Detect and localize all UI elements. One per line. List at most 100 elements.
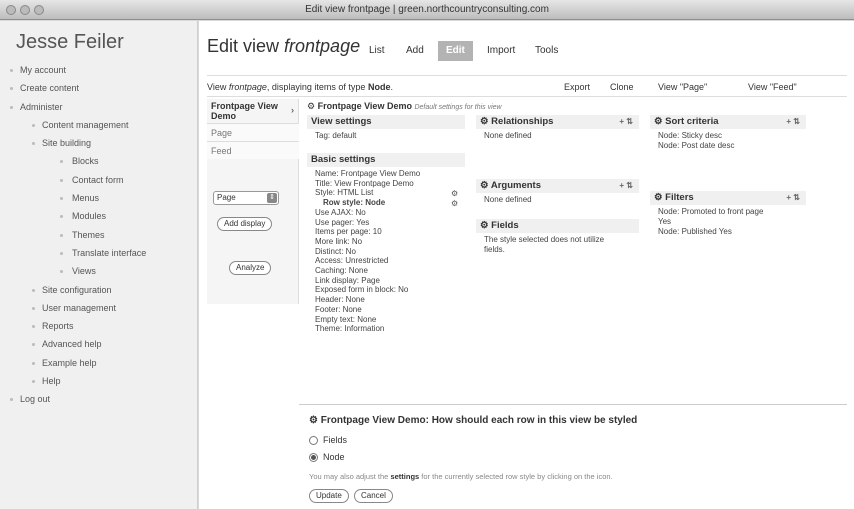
add-rearrange-icon[interactable]: + ⇅ — [619, 179, 633, 193]
filters-gear-icon[interactable]: ⚙ — [654, 192, 663, 203]
basic-setting-line[interactable]: Style: HTML List — [315, 188, 373, 198]
sidebar-item-user-management[interactable]: User management — [0, 299, 198, 317]
basic-setting-line[interactable]: Empty text: None — [315, 315, 376, 325]
view-settings-line[interactable]: Tag: default — [315, 131, 356, 141]
sidebar-item-translate-interface[interactable]: Translate interface — [0, 244, 198, 262]
add-rearrange-icon[interactable]: + ⇅ — [619, 115, 633, 129]
fields-gear-icon[interactable]: ⚙ — [480, 220, 489, 231]
display-feed-tab[interactable]: Feed — [207, 141, 299, 159]
sidebar-item-label: Administer — [20, 101, 63, 112]
sidebar-item-label: Contact form — [72, 174, 124, 185]
displays-column: Frontpage View Demo › Page Feed Page ⇕ A… — [207, 99, 299, 304]
sidebar-item-create-content[interactable]: Create content — [0, 79, 198, 97]
tab-add[interactable]: Add — [406, 41, 424, 61]
tab-edit[interactable]: Edit — [438, 41, 473, 61]
bullet-icon — [60, 160, 63, 164]
sidebar-item-reports[interactable]: Reports — [0, 317, 198, 335]
basic-setting-line[interactable]: More link: No — [315, 237, 362, 247]
sidebar-item-example-help[interactable]: Example help — [0, 354, 198, 372]
add-display-button[interactable]: Add display — [217, 217, 273, 231]
add-rearrange-icon[interactable]: + ⇅ — [786, 115, 800, 129]
sort-criteria-line[interactable]: Node: Sticky desc — [658, 131, 722, 141]
arguments-title: Arguments — [490, 180, 541, 191]
sidebar-item-site-configuration[interactable]: Site configuration — [0, 281, 198, 299]
page-title-view-name: frontpage — [284, 36, 361, 56]
sidebar-item-my-account[interactable]: My account — [0, 61, 198, 79]
cancel-button[interactable]: Cancel — [354, 489, 393, 503]
display-type-value: Page — [217, 193, 236, 202]
radio-node-label[interactable]: Node — [323, 452, 345, 462]
sidebar-item-content-management[interactable]: Content management — [0, 116, 198, 134]
sidebar-item-log-out[interactable]: Log out — [0, 390, 198, 408]
radio-fields[interactable] — [309, 436, 318, 445]
overview-title: Frontpage View Demo — [317, 101, 412, 111]
basic-setting-line[interactable]: Link display: Page — [315, 276, 380, 286]
bullet-icon — [32, 123, 35, 127]
window-title: Edit view frontpage | green.northcountry… — [305, 4, 549, 15]
config-hint-bold: settings — [390, 472, 420, 481]
basic-setting-line[interactable]: Use pager: Yes — [315, 218, 369, 228]
view-description: View frontpage, displaying items of type… — [207, 82, 393, 92]
filter-line[interactable]: Node: Promoted to front page — [658, 207, 763, 217]
view-page-link[interactable]: View "Page" — [658, 82, 707, 92]
style-settings-gear-icon[interactable]: ⚙ — [451, 189, 458, 198]
add-rearrange-icon[interactable]: + ⇅ — [786, 191, 800, 205]
sidebar-item-help[interactable]: Help — [0, 372, 198, 390]
clone-link[interactable]: Clone — [610, 82, 634, 92]
site-name[interactable]: Jesse Feiler — [16, 31, 124, 54]
display-type-select[interactable]: Page ⇕ — [213, 191, 279, 205]
sidebar-item-themes[interactable]: Themes — [0, 226, 198, 244]
sidebar-item-contact-form[interactable]: Contact form — [0, 171, 198, 189]
basic-setting-line[interactable]: Name: Frontpage View Demo — [315, 169, 420, 179]
sidebar-item-modules[interactable]: Modules — [0, 207, 198, 225]
display-default-tab[interactable]: Frontpage View Demo — [211, 101, 291, 121]
basic-settings-header: Basic settings — [307, 153, 465, 167]
bullet-icon — [32, 325, 35, 329]
sidebar-item-site-building[interactable]: Site building — [0, 134, 198, 152]
tab-import[interactable]: Import — [487, 41, 515, 61]
sidebar-item-advanced-help[interactable]: Advanced help — [0, 335, 198, 353]
basic-setting-line[interactable]: Theme: Information — [315, 324, 384, 334]
tab-tools[interactable]: Tools — [535, 41, 558, 61]
sidebar-item-label: Site building — [42, 138, 92, 149]
display-page-tab[interactable]: Page — [207, 123, 299, 141]
sidebar-item-label: Example help — [42, 357, 97, 368]
basic-setting-line[interactable]: Items per page: 10 — [315, 227, 382, 237]
basic-setting-line[interactable]: Title: View Frontpage Demo — [315, 179, 414, 189]
basic-setting-line[interactable]: Row style: Node — [323, 198, 385, 208]
sort-criteria-line[interactable]: Node: Post date desc — [658, 141, 735, 151]
view-feed-link[interactable]: View "Feed" — [748, 82, 797, 92]
sidebar-item-label: Themes — [72, 229, 105, 240]
basic-setting-line[interactable]: Caching: None — [315, 266, 368, 276]
basic-setting-line[interactable]: Distinct: No — [315, 247, 356, 257]
basic-setting-line[interactable]: Access: Unrestricted — [315, 256, 388, 266]
bullet-icon — [60, 178, 63, 182]
gear-icon[interactable]: ⚙ — [307, 101, 315, 111]
basic-setting-line[interactable]: Use AJAX: No — [315, 208, 366, 218]
row-style-settings-gear-icon[interactable]: ⚙ — [451, 199, 458, 208]
analyze-button[interactable]: Analyze — [229, 261, 272, 275]
radio-node[interactable] — [309, 453, 318, 462]
filter-line[interactable]: Node: Published Yes — [658, 227, 732, 237]
sidebar-item-menus[interactable]: Menus — [0, 189, 198, 207]
sidebar-item-views[interactable]: Views — [0, 262, 198, 280]
sidebar-item-administer[interactable]: Administer — [0, 98, 198, 116]
select-arrows-icon: ⇕ — [267, 193, 277, 203]
basic-setting-line[interactable]: Exposed form in block: No — [315, 285, 408, 295]
row-style-config-panel: ⚙ Frontpage View Demo: How should each r… — [299, 404, 847, 504]
sidebar-item-label: Translate interface — [72, 247, 147, 258]
sidebar-item-blocks[interactable]: Blocks — [0, 152, 198, 170]
basic-setting-line[interactable]: Footer: None — [315, 305, 362, 315]
relationships-gear-icon[interactable]: ⚙ — [480, 116, 489, 127]
export-link[interactable]: Export — [564, 82, 590, 92]
update-button[interactable]: Update — [309, 489, 349, 503]
radio-fields-label[interactable]: Fields — [323, 435, 347, 445]
arguments-gear-icon[interactable]: ⚙ — [480, 180, 489, 191]
sort-gear-icon[interactable]: ⚙ — [654, 116, 663, 127]
config-hint: You may also adjust the settings for the… — [309, 472, 613, 481]
filter-line[interactable]: Yes — [658, 217, 671, 227]
tab-list[interactable]: List — [369, 41, 385, 61]
basic-setting-line[interactable]: Header: None — [315, 295, 365, 305]
arguments-line: None defined — [484, 195, 532, 204]
bullet-icon — [60, 233, 63, 237]
